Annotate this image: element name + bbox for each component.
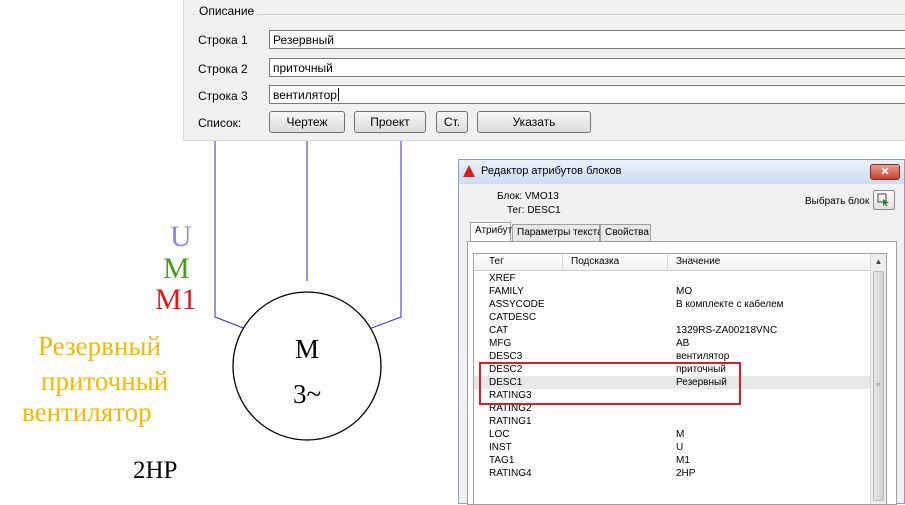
tab-properties[interactable]: Свойства xyxy=(600,224,651,241)
grid-cell-value: U xyxy=(676,442,684,453)
header-separator[interactable] xyxy=(562,254,563,270)
dialog-titlebar[interactable]: Редактор атрибутов блоков x-icon✕ xyxy=(459,160,904,184)
scroll-grip-icon: ≡ xyxy=(876,382,881,389)
grid-cell-tag: CATDESC xyxy=(489,312,537,323)
grid-cell-tag: XREF xyxy=(489,273,516,284)
grid-row-cat[interactable]: CAT 1329RS-ZA00218VNC xyxy=(474,324,872,337)
tab-text-options[interactable]: Параметры текста xyxy=(512,224,603,241)
grid-cell-tag: RATING1 xyxy=(489,416,532,427)
grid-scrollbar[interactable]: ▲ ≡ xyxy=(870,254,886,504)
grid-cell-value: 2HP xyxy=(676,468,696,479)
tag-name-label: Тег: DESC1 xyxy=(507,205,561,216)
attribute-desc2-text: приточный xyxy=(41,366,169,396)
grid-cell-tag: RATING4 xyxy=(489,468,532,479)
attribute-desc3-text: вентилятор xyxy=(22,397,152,427)
attribute-loc-text: M xyxy=(163,252,190,285)
specify-button[interactable]: Указать xyxy=(477,111,591,133)
desc-rows-highlight xyxy=(479,362,741,405)
grid-header: Тег Подсказка Значение xyxy=(474,254,872,271)
grid-row-rating4[interactable]: RATING4 2HP xyxy=(474,467,872,480)
pick-cursor-icon xyxy=(877,193,889,207)
grid-cell-value: M1 xyxy=(676,455,690,466)
scroll-thumb[interactable]: ≡ xyxy=(873,271,884,501)
attribute-desc1-text: Резервный xyxy=(38,331,161,361)
grid-cell-value: MO xyxy=(676,286,693,297)
scroll-up-arrow-icon[interactable]: ▲ xyxy=(871,254,886,269)
grid-cell-value: В комплекте с кабелем xyxy=(676,299,784,310)
grid-cell-tag: TAG1 xyxy=(489,455,515,466)
tab-attribute[interactable]: Атрибут xyxy=(470,222,512,242)
motor-label: M xyxy=(295,334,319,364)
grid-cell-tag: CAT xyxy=(489,325,509,336)
grid-row-assycode[interactable]: ASSYCODE В комплекте с кабелем xyxy=(474,298,872,311)
grid-cell-value: 1329RS-ZA00218VNC xyxy=(676,325,778,336)
pick-block-button[interactable] xyxy=(873,190,895,210)
block-attribute-editor-dialog: Редактор атрибутов блоков x-icon✕ Блок: … xyxy=(458,159,905,505)
grid-cell-tag: ASSYCODE xyxy=(489,299,545,310)
block-name-label: Блок: VMO13 xyxy=(497,191,559,202)
pick-block-label: Выбрать блок xyxy=(805,196,870,207)
wire-right xyxy=(368,141,402,330)
grid-row-xref[interactable]: XREF xyxy=(474,272,872,285)
grid-row-inst[interactable]: INST U xyxy=(474,441,872,454)
grid-cell-tag: INST xyxy=(489,442,512,453)
grid-row-tag1[interactable]: TAG1 M1 xyxy=(474,454,872,467)
wire-left xyxy=(214,141,247,330)
header-prompt[interactable]: Подсказка xyxy=(571,256,619,267)
header-tag[interactable]: Тег xyxy=(489,256,504,267)
header-separator[interactable] xyxy=(667,254,668,270)
attribute-rating-text: 2HP xyxy=(133,457,178,484)
grid-row-catdesc[interactable]: CATDESC xyxy=(474,311,872,324)
grid-row-family[interactable]: FAMILY MO xyxy=(474,285,872,298)
grid-cell-tag: MFG xyxy=(489,338,512,349)
grid-row-mfg[interactable]: MFG AB xyxy=(474,337,872,350)
grid-cell-tag: LOC xyxy=(489,429,510,440)
motor-symbol xyxy=(232,291,382,441)
grid-row-loc[interactable]: LOC M xyxy=(474,428,872,441)
grid-cell-value: AB xyxy=(676,338,690,349)
motor-schematic: M 3~ xyxy=(214,141,402,441)
app-logo-icon xyxy=(463,165,475,177)
motor-phase-label: 3~ xyxy=(293,379,321,409)
dialog-title: Редактор атрибутов блоков xyxy=(481,165,622,177)
header-value[interactable]: Значение xyxy=(676,256,720,267)
attribute-inst-text: U xyxy=(170,220,192,253)
attribute-tag-text: M1 xyxy=(155,283,197,316)
close-button[interactable]: x-icon✕ xyxy=(870,164,900,180)
grid-row-rating1[interactable]: RATING1 xyxy=(474,415,872,428)
grid-cell-tag: FAMILY xyxy=(489,286,524,297)
grid-cell-value: M xyxy=(676,429,685,440)
